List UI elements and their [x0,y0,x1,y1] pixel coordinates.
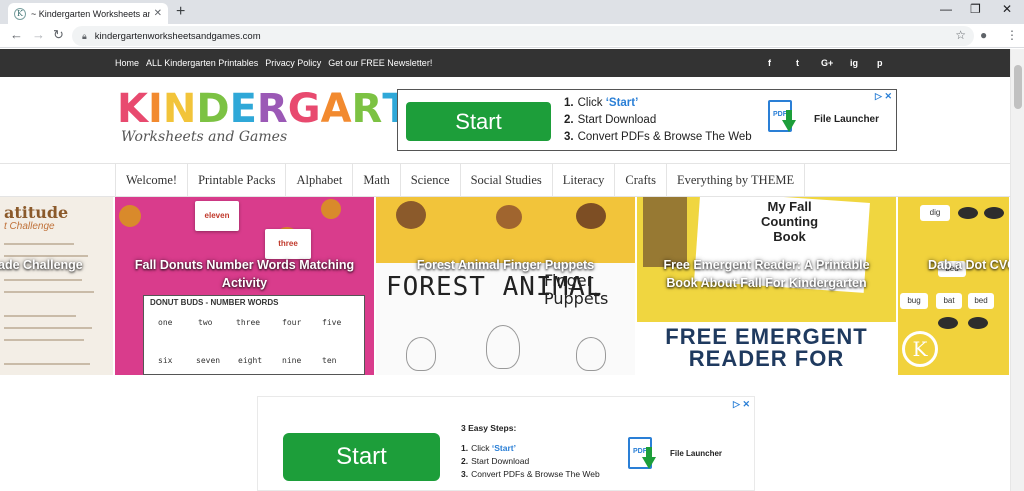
main-navigation: Welcome! Printable Packs Alphabet Math S… [0,163,1010,197]
slide-title[interactable]: Free Emergent Reader: A Printable Book A… [637,256,896,292]
logo-letter: I [148,86,163,132]
logo-letter: R [351,86,383,132]
logo-letter: D [196,86,230,132]
address-bar[interactable]: 🔒︎ kindergartenworksheetsandgames.com ☆ [72,26,974,46]
logo-letter: E [229,86,257,132]
ad-step: 2. Start Download [564,114,657,126]
forward-arrow-icon[interactable]: → [32,28,45,42]
window-close-icon[interactable]: ✕ [1002,2,1012,16]
ad-choices-close-icon[interactable]: ▷ ✕ [875,91,892,102]
browser-tab-strip: K ~ Kindergarten Worksheets and G ✕ + — … [0,0,1024,24]
slide-emergent-reader[interactable]: My Fall Counting Book FREE EMERGENT READER … [637,197,897,375]
slide-dab-a-dot-cvc[interactable]: dig bed bug bat bed K Dab a Dot CVC W [898,197,1010,375]
slide-title[interactable]: Fall Donuts Number Words Matching Activi… [115,256,374,292]
close-tab-icon[interactable]: ✕ [154,8,162,19]
site-logo[interactable]: KINDERGARTEN Worksheets and Games [117,86,470,159]
slide-image-text: atitude [4,203,69,222]
ad-step: 3. Convert PDFs & Browse The Web [461,469,600,479]
ad-step: 1. Click ‘Start’ [461,443,516,453]
logo-letter: R [256,86,288,132]
slide-image-text: t Challenge [4,221,55,232]
ad-steps: 1. Click ‘Start’ 2. Start Download 3. Conve… [564,95,752,146]
topnav-home[interactable]: Home [115,58,139,68]
browser-tab[interactable]: K ~ Kindergarten Worksheets and G ✕ [8,3,168,24]
ad-start-button[interactable]: Start [283,433,440,481]
instagram-icon[interactable]: ig [850,49,858,77]
nav-crafts[interactable]: Crafts [614,164,666,197]
ad-step: 2. Start Download [461,456,530,466]
featured-posts-slider: atitude t Challenge ade Challenge eleven… [0,197,1010,375]
nav-printable-packs[interactable]: Printable Packs [187,164,285,197]
ad-launcher-label: File Launcher [814,114,880,125]
ad-launcher-label: File Launcher [670,449,723,458]
web-page: Home ALL Kindergarten Printables Privacy… [0,49,1010,491]
pdf-download-icon: PDF [768,100,798,136]
slide-image-text: dig [920,205,950,221]
url-text: kindergartenworksheetsandgames.com [94,30,261,42]
google-plus-icon[interactable]: G+ [821,49,833,77]
tab-title: ~ Kindergarten Worksheets and G [31,8,150,19]
back-arrow-icon[interactable]: ← [10,28,23,42]
logo-letter: N [162,86,197,132]
site-watermark-icon: K [902,331,938,367]
browser-toolbar: ← → ↻ 🔒︎ kindergartenworksheetsandgames.… [0,24,1024,48]
nav-everything-by-theme[interactable]: Everything by THEME [665,164,806,197]
new-tab-icon[interactable]: + [176,3,185,21]
nav-social-studies[interactable]: Social Studies [459,164,552,197]
bookmark-star-icon[interactable]: ☆ [955,28,966,42]
ad-start-button[interactable]: Start [406,102,551,141]
logo-letter: G [287,86,321,132]
topnav-privacy-policy[interactable]: Privacy Policy [265,58,321,68]
nav-welcome[interactable]: Welcome! [115,164,187,197]
slide-gratitude-challenge[interactable]: atitude t Challenge ade Challenge [0,197,114,375]
topnav-newsletter[interactable]: Get our FREE Newsletter! [328,58,432,68]
slide-image-text: bed [968,293,994,309]
facebook-icon[interactable]: f [768,49,771,77]
ad-choices-close-icon[interactable]: ▷ ✕ [733,399,750,410]
slide-image-text: three [265,229,311,259]
nav-math[interactable]: Math [352,164,399,197]
minimize-icon[interactable]: — [940,2,952,16]
slide-title[interactable]: Dab a Dot CVC W [898,256,1009,274]
slide-image-text: My Fall Counting Book [761,199,819,244]
ad-steps: 1. Click ‘Start’ 2. Start Download 3. Conve… [461,442,600,481]
nav-science[interactable]: Science [399,164,460,197]
slide-image-text: eleven [195,201,239,231]
top-nav: Home ALL Kindergarten Printables Privacy… [115,49,432,77]
logo-letter: A [320,86,352,132]
top-bar: Home ALL Kindergarten Printables Privacy… [0,49,1010,77]
browser-menu-icon[interactable]: ⋮ [1006,28,1018,42]
pdf-download-icon: PDF [628,437,658,473]
page-scrollbar[interactable] [1010,49,1024,491]
slide-image-text: Finger Puppets [544,271,609,308]
logo-letter: K [117,86,148,132]
slide-image-text: FREE EMERGENT READER FOR [665,324,868,371]
logo-wordmark: KINDERGARTEN [117,86,470,132]
lock-icon: 🔒︎ [82,30,87,41]
profile-avatar-icon[interactable]: ● [980,28,987,42]
slide-image-text: bat [936,293,962,309]
slide-title[interactable]: ade Challenge [0,256,113,274]
pinterest-icon[interactable]: p [877,49,883,77]
nav-literacy[interactable]: Literacy [551,164,615,197]
slide-forest-animal-puppets[interactable]: FOREST ANIMAL Finger Puppets Forest Anima… [376,197,636,375]
nav-alphabet[interactable]: Alphabet [285,164,352,197]
worksheet-image: DONUT BUDS - NUMBER WORDS one two three … [143,295,365,375]
scrollbar-thumb[interactable] [1014,65,1022,109]
slide-image-text: bug [900,293,928,309]
ad-step: 1. Click ‘Start’ [564,97,639,109]
maximize-icon[interactable]: ❐ [970,2,981,16]
ad-step: 3. Convert PDFs & Browse The Web [564,131,752,143]
slide-title[interactable]: Forest Animal Finger Puppets [376,256,635,274]
site-favicon-icon: K [14,7,26,20]
bottom-advertisement[interactable]: Start 3 Easy Steps: 1. Click ‘Start’ 2. St… [257,396,755,491]
top-advertisement[interactable]: Start 1. Click ‘Start’ 2. Start Download 3… [397,89,897,151]
slide-fall-donuts[interactable]: eleven three DONUT BUDS - NUMBER WORDS o… [115,197,375,375]
topnav-all-printables[interactable]: ALL Kindergarten Printables [146,58,258,68]
reload-icon[interactable]: ↻ [53,28,64,42]
twitter-icon[interactable]: t [796,49,799,77]
ad-heading: 3 Easy Steps: [461,423,517,433]
